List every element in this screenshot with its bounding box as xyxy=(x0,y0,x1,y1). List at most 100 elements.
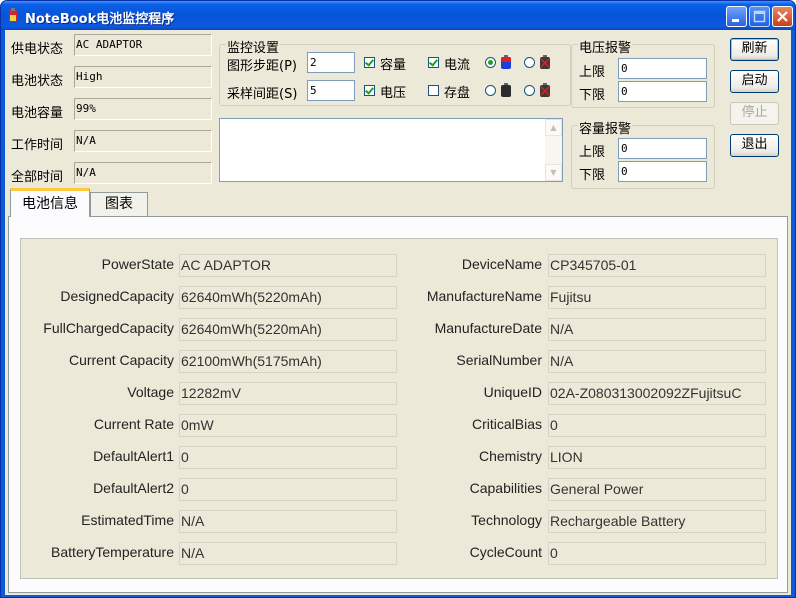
capacity-lower-label: 下限 xyxy=(579,168,606,183)
gray-battery-radio[interactable] xyxy=(485,85,496,96)
graph-step-label: 图形步距(P) xyxy=(227,59,297,74)
total-time-value: N/A xyxy=(74,162,212,184)
stop-button[interactable]: 停止 xyxy=(730,102,779,125)
capacity-upper-input[interactable]: 0 xyxy=(618,138,707,159)
current-checkbox[interactable] xyxy=(428,57,439,68)
info-value: N/A xyxy=(179,542,397,565)
info-value: 62640mWh(5220mAh) xyxy=(179,318,397,341)
color-battery-icon xyxy=(501,55,511,69)
info-value: AC ADAPTOR xyxy=(179,254,397,277)
info-label: DefaultAlert2 xyxy=(93,480,174,496)
maximize-button[interactable] xyxy=(749,6,770,27)
exit-button[interactable]: 退出 xyxy=(730,134,779,157)
close-icon xyxy=(777,11,788,22)
info-value: CP345705-01 xyxy=(548,254,766,277)
info-label: Capabilities xyxy=(469,480,542,496)
info-label: DesignedCapacity xyxy=(60,288,174,304)
info-label: Technology xyxy=(471,512,542,528)
color-battery-radio[interactable] xyxy=(485,57,496,68)
info-value: 62640mWh(5220mAh) xyxy=(179,286,397,309)
capacity-lower-input[interactable]: 0 xyxy=(618,161,707,182)
client-area: 供电状态 AC ADAPTOR 电池状态 High 电池容量 99% 工作时间 … xyxy=(5,30,791,595)
minimize-icon xyxy=(732,19,739,22)
gray-battery-icon xyxy=(501,83,511,97)
info-label: Current Capacity xyxy=(68,352,174,368)
scroll-up-button[interactable]: ▲ xyxy=(545,119,562,136)
log-textarea[interactable]: ▲ ▼ xyxy=(219,118,563,182)
info-value: 12282mV xyxy=(179,382,397,405)
battery-state-label: 电池状态 xyxy=(11,74,64,89)
info-label: CriticalBias xyxy=(471,416,542,432)
title-bar[interactable]: NoteBook电池监控程序 xyxy=(1,1,795,30)
power-supply-label: 供电状态 xyxy=(11,42,64,57)
battery-app-icon xyxy=(9,8,17,22)
voltage-alarm-title: 电压报警 xyxy=(578,37,633,56)
scroll-down-arrow-icon: ▼ xyxy=(550,168,557,177)
minimize-button[interactable] xyxy=(726,6,747,27)
sample-interval-input[interactable]: 5 xyxy=(307,80,355,101)
capacity-upper-label: 上限 xyxy=(579,145,606,160)
info-label: EstimatedTime xyxy=(81,512,174,528)
voltage-lower-label: 下限 xyxy=(579,88,606,103)
main-window: NoteBook电池监控程序 供电状态 AC ADAPTOR 电池状态 High… xyxy=(0,0,796,598)
info-value: N/A xyxy=(548,318,766,341)
info-label: SerialNumber xyxy=(456,352,542,368)
total-time-label: 全部时间 xyxy=(11,170,64,185)
info-label: PowerState xyxy=(101,256,174,272)
info-value: N/A xyxy=(548,350,766,373)
info-label: Voltage xyxy=(127,384,174,400)
red-battery-icon xyxy=(540,55,550,69)
window-title: NoteBook电池监控程序 xyxy=(25,12,175,27)
work-time-label: 工作时间 xyxy=(11,138,64,153)
info-value: 0 xyxy=(548,542,766,565)
voltage-upper-label: 上限 xyxy=(579,65,606,80)
work-time-value: N/A xyxy=(74,130,212,152)
tab-battery-info[interactable]: 电池信息 xyxy=(10,188,90,217)
info-value: Rechargeable Battery xyxy=(548,510,766,533)
maximize-icon xyxy=(753,10,766,23)
info-value: 0 xyxy=(548,414,766,437)
capacity-alarm-title: 容量报警 xyxy=(578,118,633,137)
info-value: 02A-Z080313002092ZFujitsuC xyxy=(548,382,766,405)
sample-interval-label: 采样间距(S) xyxy=(227,87,298,102)
info-value: N/A xyxy=(179,510,397,533)
info-label: ManufactureName xyxy=(426,288,542,304)
info-label: Chemistry xyxy=(478,448,542,464)
info-value: Fujitsu xyxy=(548,286,766,309)
voltage-checkbox[interactable] xyxy=(364,85,375,96)
battery-state-value: High xyxy=(74,66,212,88)
info-label: BatteryTemperature xyxy=(51,544,174,560)
info-value: 0mW xyxy=(179,414,397,437)
voltage-upper-input[interactable]: 0 xyxy=(618,58,707,79)
capacity-checkbox-label: 容量 xyxy=(380,58,407,73)
info-label: ManufactureDate xyxy=(434,320,542,336)
info-value: 0 xyxy=(179,478,397,501)
graph-step-input[interactable]: 2 xyxy=(307,52,355,73)
info-label: CycleCount xyxy=(469,544,542,560)
gray-red-battery-radio[interactable] xyxy=(524,85,535,96)
red-battery-radio[interactable] xyxy=(524,57,535,68)
save-checkbox[interactable] xyxy=(428,85,439,96)
capacity-checkbox[interactable] xyxy=(364,57,375,68)
info-label: UniqueID xyxy=(483,384,542,400)
voltage-lower-input[interactable]: 0 xyxy=(618,81,707,102)
close-button[interactable] xyxy=(772,6,793,27)
battery-capacity-label: 电池容量 xyxy=(11,106,64,121)
info-value: 0 xyxy=(179,446,397,469)
tab-chart[interactable]: 图表 xyxy=(90,192,148,216)
tab-panel-battery-info: PowerState AC ADAPTOR DesignedCapacity 6… xyxy=(8,216,788,593)
refresh-button[interactable]: 刷新 xyxy=(730,38,779,61)
scroll-up-arrow-icon: ▲ xyxy=(550,123,557,132)
log-scrollbar[interactable]: ▲ ▼ xyxy=(545,119,562,181)
info-label: DeviceName xyxy=(461,256,542,272)
info-label: DefaultAlert1 xyxy=(93,448,174,464)
voltage-checkbox-label: 电压 xyxy=(380,86,407,101)
info-value: 62100mWh(5175mAh) xyxy=(179,350,397,373)
battery-info-panel: PowerState AC ADAPTOR DesignedCapacity 6… xyxy=(20,238,778,579)
gray-red-battery-icon xyxy=(540,83,550,97)
save-checkbox-label: 存盘 xyxy=(444,86,471,101)
scroll-down-button[interactable]: ▼ xyxy=(545,164,562,181)
info-value: LION xyxy=(548,446,766,469)
start-button[interactable]: 启动 xyxy=(730,70,779,93)
battery-capacity-value: 99% xyxy=(74,98,212,120)
